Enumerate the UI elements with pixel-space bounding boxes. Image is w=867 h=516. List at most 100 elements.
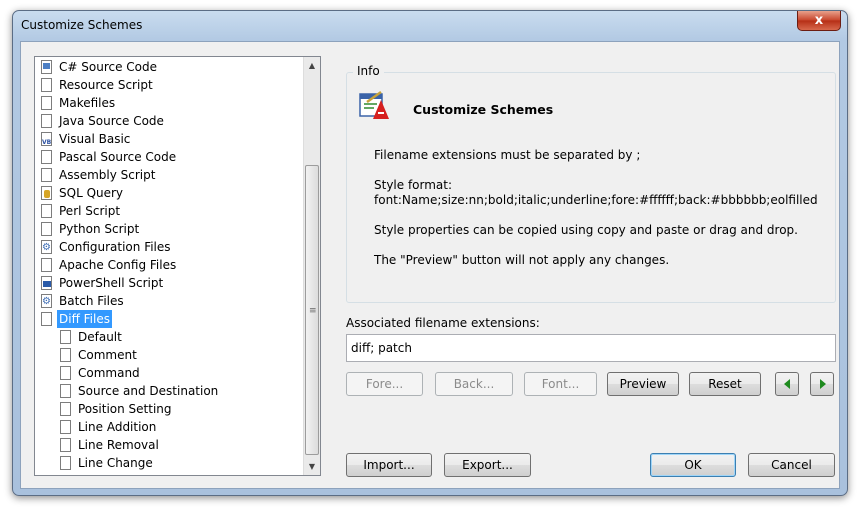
csharp-file-icon: [41, 60, 52, 74]
tree-item[interactable]: Perl Script: [35, 202, 303, 220]
config-file-icon: [41, 239, 52, 257]
tree-item[interactable]: Resource Script: [35, 76, 303, 94]
info-title: Customize Schemes: [413, 102, 554, 117]
ok-button[interactable]: OK: [650, 453, 736, 477]
tree-item-label: Batch Files: [59, 294, 124, 308]
document-icon: [41, 204, 52, 218]
customize-schemes-icon: [359, 90, 389, 119]
document-icon: [41, 150, 52, 164]
tree-item[interactable]: Pascal Source Code: [35, 148, 303, 166]
tree-child-item[interactable]: Position Setting: [35, 400, 303, 418]
info-text-style-format: Style format:: [374, 178, 453, 192]
tree-item-label: Perl Script: [59, 204, 121, 218]
tree-item-label: Pascal Source Code: [59, 150, 177, 164]
info-text-copy-hint: Style properties can be copied using cop…: [374, 223, 798, 237]
vb-file-icon: [41, 132, 52, 152]
powershell-file-icon: [41, 276, 52, 290]
tree-item-label: Makefiles: [59, 96, 116, 110]
document-icon: [41, 258, 52, 272]
tree-item-label: Diff Files: [57, 310, 112, 328]
tree-item[interactable]: Apache Config Files: [35, 256, 303, 274]
tree-child-item[interactable]: Source and Destination: [35, 382, 303, 400]
tree-item[interactable]: Assembly Script: [35, 166, 303, 184]
tree-item[interactable]: SQL Query: [35, 184, 303, 202]
tree-child-item[interactable]: Command: [35, 364, 303, 382]
info-text-preview-hint: The "Preview" button will not apply any …: [374, 253, 670, 267]
document-icon: [41, 168, 52, 182]
tree-item-label: Python Script: [59, 222, 140, 236]
tree-item-label: PowerShell Script: [59, 276, 164, 290]
info-legend: Info: [353, 64, 384, 78]
tree-child-item[interactable]: Line Addition: [35, 418, 303, 436]
tree-child-label: Line Change: [78, 456, 153, 470]
dialog-client-area: C# Source Code Resource Script Makefiles Ja…: [20, 41, 840, 489]
tree-item-label: Configuration Files: [59, 240, 171, 254]
back-button[interactable]: Back...: [435, 372, 513, 396]
tree-item[interactable]: Java Source Code: [35, 112, 303, 130]
tree-child-item[interactable]: Comment: [35, 346, 303, 364]
style-node-icon: [60, 438, 71, 452]
tree-item[interactable]: C# Source Code: [35, 58, 303, 76]
tree-item[interactable]: Python Script: [35, 220, 303, 238]
style-node-icon: [60, 384, 71, 398]
tree-item[interactable]: Visual Basic: [35, 130, 303, 152]
export-button[interactable]: Export...: [444, 453, 531, 477]
scroll-down-arrow[interactable]: ▼: [304, 458, 320, 475]
tree-item-label: Resource Script: [59, 78, 153, 92]
tree-item-label: Java Source Code: [59, 114, 164, 128]
tree-scrollbar[interactable]: ▲ ≡ ▼: [303, 57, 320, 475]
title-bar[interactable]: Customize Schemes x: [13, 11, 847, 41]
tree-child-label: Default: [78, 330, 122, 344]
next-arrow-button[interactable]: [810, 372, 834, 396]
tree-child-label: Source and Destination: [78, 384, 219, 398]
tree-item[interactable]: Makefiles: [35, 94, 303, 112]
arrow-right-icon: [820, 379, 826, 389]
scroll-grip-icon: ≡: [309, 306, 317, 316]
tree-child-item[interactable]: Line Change: [35, 454, 303, 472]
tree-child-label: Line Addition: [78, 420, 157, 434]
document-icon: [41, 312, 52, 326]
close-button[interactable]: x: [797, 11, 841, 31]
scroll-thumb[interactable]: ≡: [305, 165, 319, 455]
import-button[interactable]: Import...: [346, 453, 432, 477]
font-button[interactable]: Font...: [524, 372, 597, 396]
tree-child-item[interactable]: Line Removal: [35, 436, 303, 454]
extensions-input[interactable]: [346, 334, 836, 362]
arrow-left-icon: [784, 379, 790, 389]
customize-schemes-window: Customize Schemes x C# Source Code Resour…: [12, 10, 848, 496]
scheme-tree[interactable]: C# Source Code Resource Script Makefiles Ja…: [34, 56, 321, 476]
scroll-up-arrow[interactable]: ▲: [304, 57, 320, 74]
style-node-icon: [60, 348, 71, 362]
fore-button[interactable]: Fore...: [346, 372, 423, 396]
info-text-style-example: font:Name;size:nn;bold;italic;underline;…: [374, 193, 818, 207]
tree-item[interactable]: Configuration Files: [35, 238, 303, 257]
style-node-icon: [60, 330, 71, 344]
tree-item[interactable]: Diff Files: [35, 310, 303, 328]
document-icon: [41, 222, 52, 236]
style-node-icon: [60, 366, 71, 380]
tree-child-label: Comment: [78, 348, 137, 362]
sql-file-icon: [41, 186, 52, 200]
tree-item[interactable]: Batch Files: [35, 292, 303, 311]
document-icon: [41, 96, 52, 110]
preview-button[interactable]: Preview: [607, 372, 679, 396]
tree-item-label: Visual Basic: [59, 132, 131, 146]
style-node-icon: [60, 420, 71, 434]
tree-item-label: Assembly Script: [59, 168, 156, 182]
tree-child-item[interactable]: Default: [35, 328, 303, 346]
tree-child-label: Position Setting: [78, 402, 172, 416]
reset-button[interactable]: Reset: [689, 372, 761, 396]
batch-file-icon: [41, 293, 52, 311]
extensions-label: Associated filename extensions:: [346, 316, 540, 330]
previous-arrow-button[interactable]: [775, 372, 799, 396]
window-title: Customize Schemes: [21, 18, 143, 32]
style-node-icon: [60, 456, 71, 470]
document-icon: [41, 114, 52, 128]
tree-item-label: SQL Query: [59, 186, 124, 200]
tree-item[interactable]: PowerShell Script: [35, 274, 303, 292]
cancel-button[interactable]: Cancel: [748, 453, 835, 477]
style-node-icon: [60, 402, 71, 416]
tree-item-label: C# Source Code: [59, 60, 157, 74]
info-text-extensions: Filename extensions must be separated by…: [374, 148, 641, 162]
tree-child-label: Command: [78, 366, 140, 380]
